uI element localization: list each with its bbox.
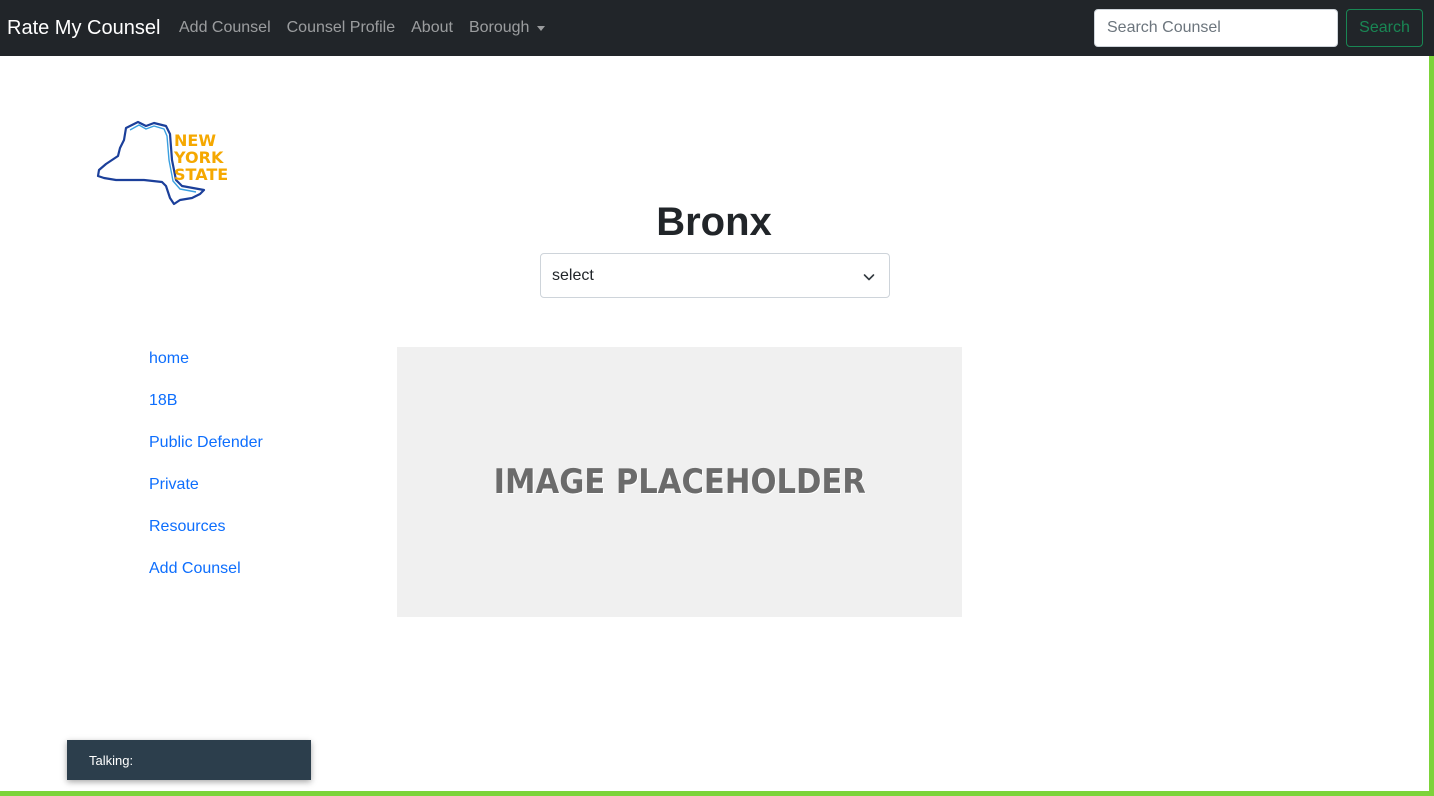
talking-label: Talking:	[89, 752, 134, 768]
nav-borough-dropdown[interactable]: Borough	[469, 17, 546, 39]
sidebar-item-resources[interactable]: Resources	[149, 516, 263, 558]
search-button[interactable]: Search	[1346, 9, 1423, 47]
nav-links: Add Counsel Counsel Profile About Boroug…	[179, 17, 561, 39]
sidebar-item-18b[interactable]: 18B	[149, 390, 263, 432]
logo-line-state: STATE	[174, 165, 228, 184]
page-frame-bottom	[0, 791, 1434, 796]
search-input[interactable]	[1094, 9, 1338, 47]
sidebar-item-home[interactable]: home	[149, 348, 263, 390]
counsel-select[interactable]: select	[540, 253, 890, 298]
chevron-down-icon	[863, 270, 875, 288]
sidebar-item-add-counsel[interactable]: Add Counsel	[149, 558, 263, 600]
sidebar-nav: home 18B Public Defender Private Resourc…	[149, 348, 263, 600]
image-placeholder: IMAGE PLACEHOLDER	[397, 347, 962, 617]
top-navbar: Rate My Counsel Add Counsel Counsel Prof…	[0, 0, 1434, 56]
new-york-state-logo: NEW YORK STATE	[96, 120, 236, 206]
nav-counsel-profile[interactable]: Counsel Profile	[287, 17, 396, 39]
caret-down-icon	[537, 25, 546, 31]
sidebar-item-public-defender[interactable]: Public Defender	[149, 432, 263, 474]
nav-add-counsel[interactable]: Add Counsel	[179, 17, 271, 39]
talking-widget: Talking:	[67, 740, 311, 780]
select-value: select	[552, 266, 594, 284]
borough-dropdown-label: Borough	[468, 19, 530, 36]
page-frame-right	[1429, 56, 1434, 796]
page-title: Bronx	[656, 200, 772, 244]
brand-link[interactable]: Rate My Counsel	[7, 15, 160, 41]
nav-about[interactable]: About	[411, 17, 453, 39]
sidebar-item-private[interactable]: Private	[149, 474, 263, 516]
image-placeholder-text: IMAGE PLACEHOLDER	[493, 462, 866, 502]
